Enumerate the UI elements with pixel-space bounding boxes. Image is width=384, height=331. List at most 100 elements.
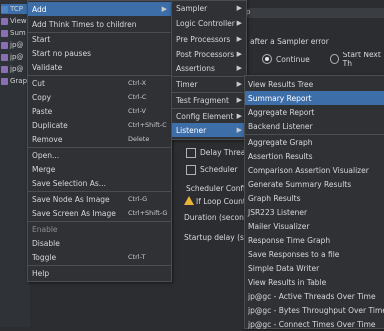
submenu-arrow-icon: ▶ xyxy=(236,35,242,43)
menu-item-help[interactable]: Help xyxy=(28,266,171,280)
start-next-radio[interactable] xyxy=(330,54,339,64)
submenu-arrow-icon: ▶ xyxy=(236,19,242,27)
menu-item-label: Comparison Assertion Visualizer xyxy=(248,165,369,175)
menu-item-comparison-assertion-visualizer[interactable]: Comparison Assertion Visualizer xyxy=(245,163,384,177)
menu-item-cut[interactable]: Cut Ctrl-X xyxy=(28,76,171,90)
menu-item-label: Timer xyxy=(176,79,198,89)
tree-item-label: jp@ xyxy=(10,41,24,49)
tree-item-listener[interactable]: jp@ xyxy=(1,52,23,62)
menu-item-pre-processors[interactable]: Pre Processors ▶ xyxy=(172,32,246,46)
menu-item-sampler[interactable]: Sampler ▶ xyxy=(172,1,246,15)
menu-item-label: Generate Summary Results xyxy=(248,179,352,189)
menu-item-label: Paste xyxy=(32,106,53,116)
tree-item-listener[interactable]: Sum xyxy=(1,28,26,38)
continue-label: Continue xyxy=(276,54,310,64)
menu-item-save-responses-to-file[interactable]: Save Responses to a file xyxy=(245,247,384,261)
tree-item-label: TCP xyxy=(10,5,23,13)
menu-item-summary-report[interactable]: Summary Report xyxy=(245,91,384,105)
delay-thread-checkbox[interactable] xyxy=(186,148,196,158)
menu-item-timer[interactable]: Timer ▶ xyxy=(172,77,246,91)
menu-item-label: Post Processors xyxy=(176,49,235,59)
submenu-arrow-icon: ▶ xyxy=(236,80,242,88)
listener-icon xyxy=(1,29,8,37)
menu-item-start-no-pauses[interactable]: Start no pauses xyxy=(28,46,171,60)
tree-item-test-plan[interactable]: TCP xyxy=(1,4,30,14)
menu-item-assertions[interactable]: Assertions ▶ xyxy=(172,61,246,75)
menu-item-simple-data-writer[interactable]: Simple Data Writer xyxy=(245,261,384,275)
menu-item-label: Save Node As Image xyxy=(32,194,110,204)
menu-item-start[interactable]: Start xyxy=(28,32,171,46)
tree-item-listener[interactable]: Grap xyxy=(1,76,27,86)
tree-item-listener[interactable]: jp@ xyxy=(1,64,23,74)
scheduler-config-label: Scheduler Config xyxy=(186,184,250,193)
menu-item-assertion-results[interactable]: Assertion Results xyxy=(245,149,384,163)
menu-item-label: Response Time Graph xyxy=(248,235,331,245)
menu-item-save-node-as-image[interactable]: Save Node As Image Ctrl-G xyxy=(28,192,171,206)
menu-item-active-threads-over-time[interactable]: jp@gc - Active Threads Over Time xyxy=(245,289,384,303)
menu-item-backend-listener[interactable]: Backend Listener xyxy=(245,119,384,133)
menu-item-generate-summary-results[interactable]: Generate Summary Results xyxy=(245,177,384,191)
menu-item-view-results-tree[interactable]: View Results Tree xyxy=(245,77,384,91)
menu-item-paste[interactable]: Paste Ctrl-V xyxy=(28,104,171,118)
menu-item-label: Help xyxy=(32,268,50,278)
menu-item-aggregate-graph[interactable]: Aggregate Graph xyxy=(245,135,384,149)
continue-radio[interactable] xyxy=(262,54,272,64)
menu-item-open[interactable]: Open... xyxy=(28,148,171,162)
menu-item-response-time-graph[interactable]: Response Time Graph xyxy=(245,233,384,247)
menu-item-label: Start xyxy=(32,34,51,44)
menu-item-listener[interactable]: Listener ▶ xyxy=(172,123,246,137)
menu-item-copy[interactable]: Copy Ctrl-C xyxy=(28,90,171,104)
menu-item-post-processors[interactable]: Post Processors ▶ xyxy=(172,47,246,61)
menu-item-connect-times-over-time[interactable]: jp@gc - Connect Times Over Time xyxy=(245,317,384,331)
tree-item-label: View xyxy=(10,17,27,25)
menu-item-shortcut: Ctrl+Shift-C xyxy=(128,121,167,129)
menu-item-label: Remove xyxy=(32,134,63,144)
menu-item-label: Add Think Times to children xyxy=(32,19,137,29)
scheduler-checkbox[interactable] xyxy=(186,165,196,175)
menu-item-enable[interactable]: Enable xyxy=(28,222,171,236)
start-next-option[interactable]: Start Next Th xyxy=(330,52,384,66)
menu-item-aggregate-report[interactable]: Aggregate Report xyxy=(245,105,384,119)
menu-item-label: Merge xyxy=(32,164,56,174)
menu-item-label: Toggle xyxy=(32,252,57,262)
menu-item-label: Aggregate Graph xyxy=(248,137,313,147)
duration-label: Duration (second xyxy=(184,213,249,222)
menu-item-save-selection-as[interactable]: Save Selection As... xyxy=(28,176,171,190)
menu-item-config-element[interactable]: Config Element ▶ xyxy=(172,109,246,123)
submenu-arrow-icon: ▶ xyxy=(236,126,242,134)
context-menu: Add ▶ Add Think Times to children Start … xyxy=(27,0,172,282)
start-next-label: Start Next Th xyxy=(342,52,381,66)
name-field[interactable]: ıp xyxy=(230,8,384,18)
menu-item-remove[interactable]: Remove Delete xyxy=(28,132,171,146)
menu-item-jsr223-listener[interactable]: JSR223 Listener xyxy=(245,205,384,219)
menu-item-label: Backend Listener xyxy=(248,121,313,131)
menu-item-duplicate[interactable]: Duplicate Ctrl+Shift-C xyxy=(28,118,171,132)
listener-icon xyxy=(1,53,8,61)
submenu-arrow-icon: ▶ xyxy=(236,96,242,104)
menu-item-label: View Results Tree xyxy=(248,79,314,89)
menu-item-save-screen-as-image[interactable]: Save Screen As Image Ctrl+Shift-G xyxy=(28,206,171,220)
tree-item-listener[interactable]: View xyxy=(1,16,27,26)
menu-item-label: jp@gc - Bytes Throughput Over Time xyxy=(248,305,384,315)
listener-icon xyxy=(1,17,8,25)
menu-item-mailer-visualizer[interactable]: Mailer Visualizer xyxy=(245,219,384,233)
menu-item-shortcut: Ctrl-V xyxy=(128,107,146,115)
menu-item-label: Test Fragment xyxy=(176,95,229,105)
tree-item-listener[interactable]: jp@ xyxy=(1,40,23,50)
menu-item-bytes-throughput-over-time[interactable]: jp@gc - Bytes Throughput Over Time xyxy=(245,303,384,317)
menu-item-label: Aggregate Report xyxy=(248,107,315,117)
menu-item-test-fragment[interactable]: Test Fragment ▶ xyxy=(172,93,246,107)
menu-item-toggle[interactable]: Toggle Ctrl-T xyxy=(28,250,171,264)
menu-item-disable[interactable]: Disable xyxy=(28,236,171,250)
menu-item-merge[interactable]: Merge xyxy=(28,162,171,176)
menu-item-add-think-times[interactable]: Add Think Times to children xyxy=(28,17,171,31)
menu-item-graph-results[interactable]: Graph Results xyxy=(245,191,384,205)
menu-item-view-results-in-table[interactable]: View Results in Table xyxy=(245,275,384,289)
menu-item-logic-controller[interactable]: Logic Controller ▶ xyxy=(172,16,246,30)
menu-item-label: Summary Report xyxy=(248,93,312,103)
listener-icon xyxy=(1,41,8,49)
menu-item-add[interactable]: Add ▶ xyxy=(28,2,171,16)
menu-item-validate[interactable]: Validate xyxy=(28,60,171,74)
menu-item-label: jp@gc - Active Threads Over Time xyxy=(248,291,376,301)
menu-item-label: jp@gc - Connect Times Over Time xyxy=(248,319,376,329)
